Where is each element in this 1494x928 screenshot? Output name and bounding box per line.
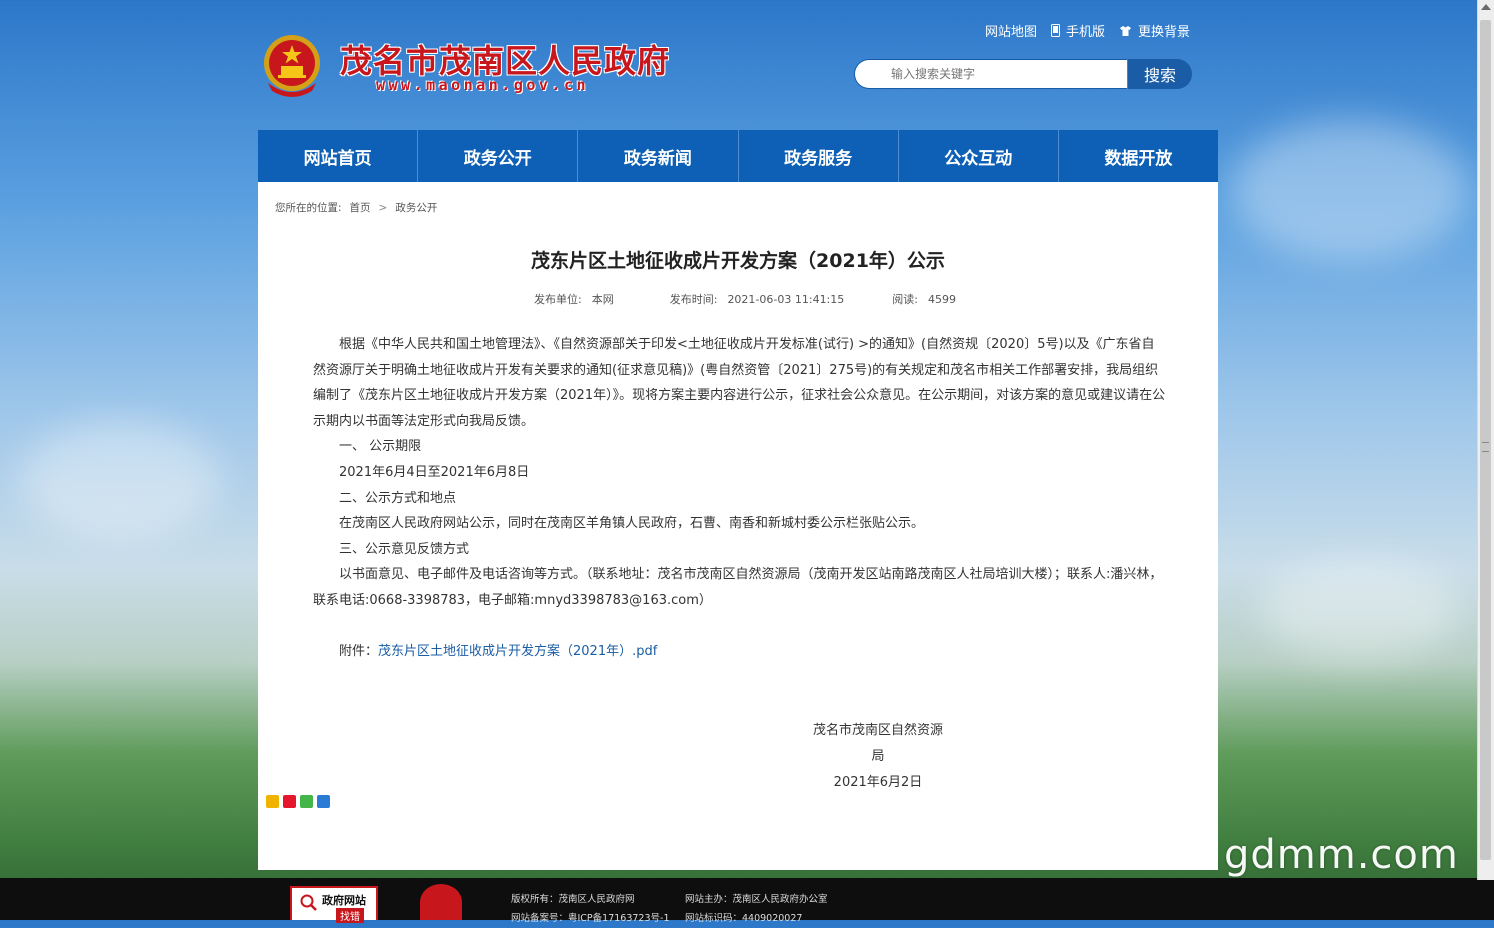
reads-value: 4599	[927, 293, 956, 306]
nav-item-open-data[interactable]: 数据开放	[1059, 130, 1218, 182]
copyright: 版权所有：茂南区人民政府网	[511, 894, 635, 905]
magnifier-icon	[300, 894, 318, 916]
publisher-value: 本网	[591, 293, 614, 306]
site-host: 网站主办：茂南区人民政府办公室	[685, 894, 828, 905]
qzone-share-icon[interactable]	[266, 795, 279, 808]
weibo-share-icon[interactable]	[283, 795, 296, 808]
article-paragraph: 三、公示意见反馈方式	[339, 541, 470, 557]
scroll-up-icon[interactable]	[1481, 4, 1491, 10]
search-button[interactable]: 搜索	[1128, 59, 1192, 89]
footer-info-right: 网站主办：茂南区人民政府办公室 网站标识码：4409020027	[685, 890, 828, 928]
nav-item-public-interaction[interactable]: 公众互动	[899, 130, 1059, 182]
article-paragraph: 在茂南区人民政府网站公示，同时在茂南区羊角镇人民政府，石曹、南香和新城村委公示栏…	[339, 516, 925, 532]
qq-share-icon[interactable]	[317, 795, 330, 808]
nav-item-gov-services[interactable]: 政务服务	[739, 130, 899, 182]
article-paragraph: 二、公示方式和地点	[339, 490, 457, 506]
mobile-label: 手机版	[1066, 25, 1106, 40]
background-label: 更换背景	[1138, 25, 1191, 40]
attachment-label: 附件：	[339, 644, 379, 659]
main-nav: 网站首页 政务公开 政务新闻 政务服务 公众互动 数据开放	[258, 130, 1218, 182]
scroll-grip-icon	[1482, 442, 1489, 452]
mobile-link[interactable]: 手机版	[1051, 21, 1105, 40]
top-links: 网站地图 手机版 更换背景	[985, 21, 1190, 40]
watermark: gdmm.com	[1224, 832, 1459, 878]
reads-label: 阅读:	[892, 293, 918, 306]
footer: 政府网站 找错 版权所有：茂南区人民政府网 网站备案号：粤ICP备1716372…	[0, 878, 1494, 924]
article-paragraph: 2021年6月4日至2021年6月8日	[339, 464, 530, 480]
attachment-line: 附件：茂东片区土地征收成片开发方案（2021年）.pdf	[339, 640, 657, 659]
article-title: 茂东片区土地征收成片开发方案（2021年）公示	[531, 250, 945, 272]
attachment-link[interactable]: 茂东片区土地征收成片开发方案（2021年）.pdf	[378, 644, 657, 659]
nav-item-gov-affairs[interactable]: 政务公开	[418, 130, 579, 182]
article-paragraph: 根据《中华人民共和国土地管理法》、《自然资源部关于印发<土地征收成片开发标准(试…	[313, 337, 1166, 429]
sitemap-label: 网站地图	[985, 25, 1038, 40]
sitemap-link[interactable]: 网站地图	[985, 21, 1037, 40]
signature-org: 茂名市茂南区自然资源局	[812, 723, 943, 764]
site-domain: www.maonan.gov.cn	[376, 76, 590, 94]
time-label: 发布时间:	[669, 293, 718, 306]
breadcrumb-label: 您所在的位置:	[275, 202, 342, 214]
scroll-thumb[interactable]	[1480, 20, 1491, 860]
search-box: 搜索	[854, 59, 1192, 89]
article-paragraph: 一、 公示期限	[339, 439, 422, 455]
site-id: 网站标识码：4409020027	[685, 913, 803, 924]
footer-info-left: 版权所有：茂南区人民政府网 网站备案号：粤ICP备17163723号-1	[511, 890, 670, 928]
gov-site-error-badge[interactable]: 政府网站 找错	[290, 886, 378, 923]
badge-subtext: 找错	[336, 908, 364, 923]
icp-number[interactable]: 网站备案号：粤ICP备17163723号-1	[511, 909, 670, 928]
article-meta: 发布单位: 本网 发布时间: 2021-06-03 11:41:15 阅读: 4599	[534, 291, 982, 307]
search-input[interactable]	[854, 59, 1127, 89]
share-bar	[266, 795, 330, 808]
wechat-share-icon[interactable]	[300, 795, 313, 808]
vertical-scrollbar[interactable]	[1477, 0, 1494, 880]
time-value: 2021-06-03 11:41:15	[727, 293, 845, 306]
breadcrumb-home[interactable]: 首页	[350, 200, 371, 215]
phone-icon	[1051, 24, 1061, 37]
national-emblem-icon	[260, 33, 324, 99]
article-panel: 您所在的位置: 首页 > 政务公开 茂东片区土地征收成片开发方案（2021年）公…	[258, 182, 1218, 870]
background-cloud	[1260, 560, 1460, 660]
breadcrumb: 您所在的位置: 首页 > 政务公开	[275, 200, 437, 215]
background-cloud	[20, 420, 220, 540]
change-background-link[interactable]: 更换背景	[1119, 21, 1190, 40]
badge-text: 政府网站	[322, 894, 366, 907]
shirt-icon	[1119, 25, 1132, 37]
background-cloud	[1230, 120, 1470, 260]
breadcrumb-separator: >	[378, 201, 388, 214]
nav-item-gov-news[interactable]: 政务新闻	[578, 130, 739, 182]
party-gov-badge-icon[interactable]	[420, 884, 462, 920]
breadcrumb-current[interactable]: 政务公开	[395, 200, 437, 215]
article-body: 根据《中华人民共和国土地管理法》、《自然资源部关于印发<土地征收成片开发标准(试…	[313, 332, 1167, 614]
nav-item-home[interactable]: 网站首页	[258, 130, 419, 182]
signature-block: 茂名市茂南区自然资源局 2021年6月2日	[808, 718, 948, 796]
signature-date: 2021年6月2日	[833, 775, 923, 790]
article-paragraph: 以书面意见、电子邮件及电话咨询等方式。（联系地址：茂名市茂南区自然资源局（茂南开…	[313, 567, 1163, 608]
publisher-label: 发布单位:	[534, 293, 582, 306]
